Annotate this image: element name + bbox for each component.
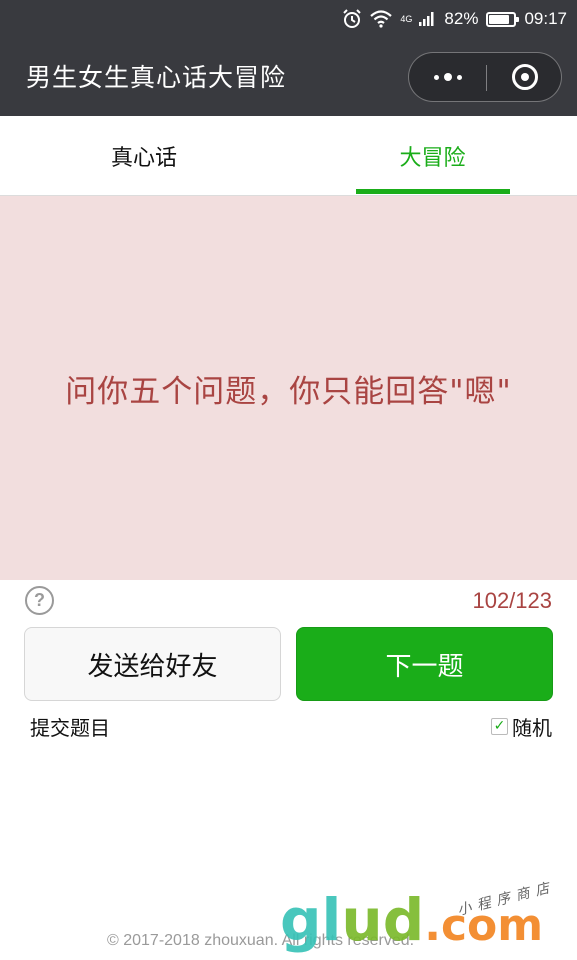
more-menu-button[interactable]	[409, 53, 486, 101]
status-bar: 4G 82% 09:17	[342, 6, 567, 32]
signal-icon	[419, 12, 434, 26]
random-toggle[interactable]: ✓ 随机	[491, 712, 552, 741]
close-miniprogram-button[interactable]	[487, 53, 563, 101]
wifi-icon	[370, 10, 393, 28]
question-card: 问你五个问题，你只能回答"嗯"	[0, 196, 577, 580]
random-label: 随机	[512, 716, 552, 740]
submit-question-link[interactable]: 提交题目	[30, 712, 110, 741]
send-to-friend-button[interactable]: 发送给好友	[24, 627, 281, 701]
battery-level	[489, 14, 510, 24]
alarm-icon	[343, 9, 362, 28]
watermark-letter: u	[341, 886, 383, 954]
battery-percent: 82%	[444, 9, 479, 28]
question-counter: 102/123	[472, 588, 552, 613]
page-title: 男生女生真心话大冒险	[26, 63, 287, 92]
more-dot-icon	[443, 73, 452, 81]
help-icon[interactable]: ?	[25, 586, 54, 615]
more-dot-icon	[433, 74, 439, 80]
network-type: 4G	[400, 13, 413, 24]
watermark-letter: d	[382, 886, 425, 954]
watermark-letter: g	[280, 886, 322, 954]
active-tab-indicator	[356, 189, 510, 194]
battery-icon	[486, 11, 520, 27]
next-question-button[interactable]: 下一题	[296, 627, 553, 701]
target-icon	[512, 64, 538, 90]
clock: 09:17	[524, 9, 567, 28]
miniprogram-capsule	[408, 52, 562, 102]
tab-bar: 真心话 大冒险	[0, 116, 577, 196]
title-bar: 4G 82% 09:17 男生女生真心话大冒险	[0, 0, 577, 116]
more-dot-icon	[456, 74, 462, 80]
tab-truth[interactable]: 真心话	[0, 116, 288, 196]
tab-dare[interactable]: 大冒险	[288, 116, 577, 196]
question-text: 问你五个问题，你只能回答"嗯"	[65, 373, 512, 410]
random-checkbox[interactable]: ✓	[491, 718, 508, 735]
watermark-letter: l	[321, 886, 342, 954]
